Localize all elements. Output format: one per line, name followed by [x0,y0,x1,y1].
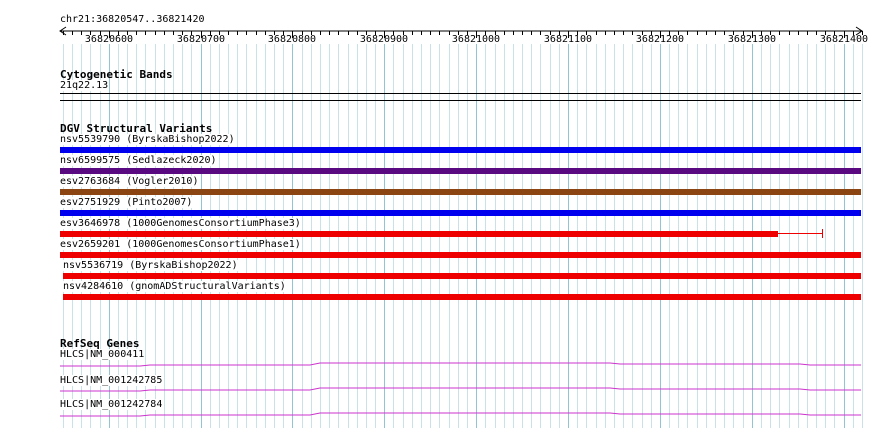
track-separator [60,100,861,101]
variant-label[interactable]: esv2659201 (1000GenomesConsortiumPhase1) [59,239,302,250]
ruler-tick-label: 36821400 [819,34,869,45]
variant-bar[interactable] [60,210,861,216]
ruler-tick-label: 36821200 [635,34,685,45]
gene-label[interactable]: HLCS|NM_001242785 [59,375,164,386]
variant-extension-cap [822,229,823,238]
cytoband-line [60,93,861,94]
variant-bar[interactable] [63,273,861,279]
variant-label[interactable]: esv3646978 (1000GenomesConsortiumPhase3) [59,218,302,229]
cytoband-label[interactable]: 21q22.13 [59,80,110,91]
gene-label[interactable]: HLCS|NM_001242784 [59,399,164,410]
variant-bar[interactable] [60,231,778,237]
variant-label[interactable]: nsv4284610 (gnomADStructuralVariants) [62,281,287,292]
variant-bar[interactable] [60,168,861,174]
ruler-tick-label: 36820700 [176,34,226,45]
variant-label[interactable]: nsv5539790 (ByrskaBishop2022) [59,134,236,145]
variant-label[interactable]: nsv5536719 (ByrskaBishop2022) [62,260,239,271]
variant-label[interactable]: esv2751929 (Pinto2007) [59,197,194,208]
variant-bar[interactable] [60,252,861,258]
ruler-tick-label: 36820600 [84,34,134,45]
variant-label[interactable]: esv2763684 (Vogler2010) [59,176,200,187]
variant-bar[interactable] [63,294,861,300]
ruler-tick-label: 36821100 [543,34,593,45]
ruler-tick-label: 36820900 [359,34,409,45]
variant-extension-line [778,233,822,234]
variant-bar[interactable] [60,189,861,195]
variant-bar[interactable] [60,147,861,153]
ruler-tick-label: 36820800 [267,34,317,45]
ruler-tick-label: 36821000 [451,34,501,45]
gene-label[interactable]: HLCS|NM_000411 [59,349,146,360]
variant-label[interactable]: nsv6599575 (Sedlazeck2020) [59,155,218,166]
ruler-tick-label: 36821300 [727,34,777,45]
